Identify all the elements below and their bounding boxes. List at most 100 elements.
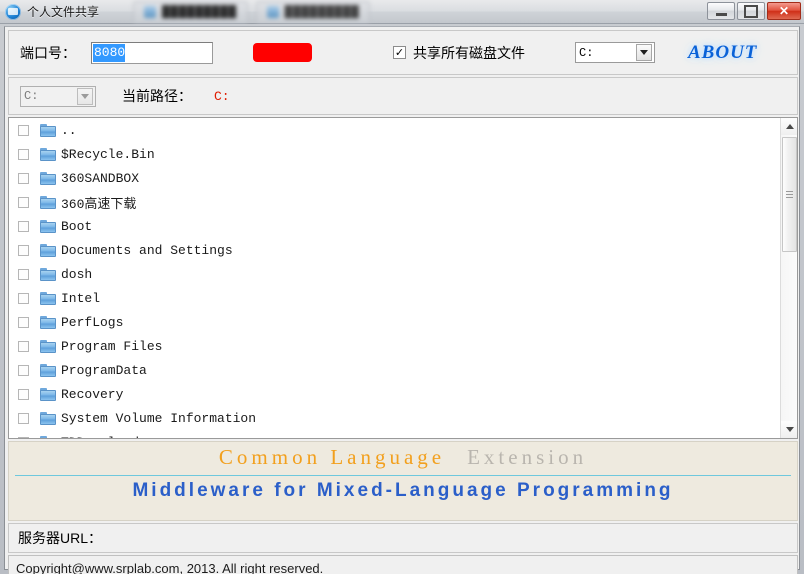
file-item-name: Documents and Settings — [61, 242, 233, 258]
path-row: C: 当前路径： C: — [8, 77, 798, 115]
scroll-down-button[interactable] — [781, 421, 797, 438]
file-item-name: TDDownload — [61, 435, 139, 439]
path-drive-select-value: C: — [24, 89, 39, 103]
file-item-checkbox[interactable] — [18, 244, 29, 256]
file-item-checkbox[interactable] — [18, 388, 29, 400]
scrollbar-thumb[interactable] — [782, 137, 797, 252]
port-input[interactable]: 8080 — [91, 41, 213, 64]
server-url-row: 服务器URL： — [8, 523, 798, 553]
file-item-checkbox[interactable] — [18, 196, 29, 208]
banner-primary-text: Common Language — [218, 445, 446, 469]
chevron-down-icon[interactable] — [77, 87, 93, 105]
port-input-value: 8080 — [93, 43, 126, 62]
status-bar: Copyright@www.srplab.com, 2013. All righ… — [8, 555, 798, 574]
drive-select[interactable]: C: — [575, 42, 655, 63]
file-list-item[interactable]: Boot — [9, 214, 780, 238]
file-list-item[interactable]: $Recycle.Bin — [9, 142, 780, 166]
folder-icon — [40, 291, 56, 305]
current-path-value: C: — [214, 88, 230, 104]
folder-icon — [40, 123, 56, 137]
folder-icon — [40, 411, 56, 425]
copyright-text: Copyright@www.srplab.com, 2013. All righ… — [16, 560, 324, 574]
file-list-item[interactable]: Documents and Settings — [9, 238, 780, 262]
file-list-item[interactable]: ProgramData — [9, 358, 780, 382]
background-tab-2[interactable]: █████████ — [255, 1, 371, 22]
close-icon: ✕ — [778, 4, 790, 18]
file-item-name: 360高速下载 — [61, 196, 137, 212]
drive-select-value: C: — [579, 45, 594, 60]
file-list-item[interactable]: System Volume Information — [9, 406, 780, 430]
port-label: 端口号： — [20, 44, 76, 61]
file-item-name: $Recycle.Bin — [61, 146, 155, 162]
folder-icon — [40, 195, 56, 209]
file-list-item[interactable]: Intel — [9, 286, 780, 310]
folder-icon — [40, 387, 56, 401]
folder-icon — [40, 267, 56, 281]
window-controls: ✕ — [705, 2, 801, 20]
file-item-name: dosh — [61, 266, 93, 282]
share-all-checkbox[interactable]: ✓ — [393, 46, 406, 59]
background-tab-1[interactable]: █████████ — [133, 1, 248, 22]
file-list-item[interactable]: Program Files — [9, 334, 780, 358]
file-list-item[interactable]: TDDownload — [9, 430, 780, 438]
file-list-item[interactable]: 360SANDBOX — [9, 166, 780, 190]
server-url-label: 服务器URL： — [18, 530, 103, 546]
file-item-checkbox[interactable] — [18, 172, 29, 184]
toolbar-row: 端口号： 8080 ✓ 共享所有磁盘文件 C: ABOUT — [8, 30, 798, 75]
product-banner: Common Language Extension Middleware for … — [8, 441, 798, 521]
maximize-icon — [744, 4, 758, 18]
redacted-action-button[interactable] — [253, 43, 312, 62]
file-item-checkbox[interactable] — [18, 412, 29, 424]
background-tab-2-label: █████████ — [284, 6, 360, 18]
folder-icon — [40, 315, 56, 329]
close-button[interactable]: ✕ — [767, 2, 801, 20]
tab-icon — [266, 6, 279, 18]
folder-icon — [40, 339, 56, 353]
folder-icon — [40, 243, 56, 257]
checkmark-icon: ✓ — [394, 46, 405, 59]
folder-icon — [40, 147, 56, 161]
share-all-label: 共享所有磁盘文件 — [413, 44, 525, 61]
path-drive-select[interactable]: C: — [20, 85, 96, 107]
file-list-item[interactable]: PerfLogs — [9, 310, 780, 334]
file-item-checkbox[interactable] — [18, 148, 29, 160]
file-item-name: PerfLogs — [61, 314, 124, 330]
ghost-tab-strip: █████████ █████████ — [133, 0, 804, 24]
file-item-name: Program Files — [61, 338, 163, 354]
file-list-scrollbar[interactable] — [780, 118, 797, 438]
scroll-up-button[interactable] — [781, 118, 797, 135]
file-item-name: 360SANDBOX — [61, 170, 140, 186]
file-item-name: Intel — [61, 290, 101, 306]
banner-line-1: Common Language Extension — [9, 445, 797, 470]
file-item-checkbox[interactable] — [18, 124, 29, 136]
file-item-checkbox[interactable] — [18, 364, 29, 376]
triangle-down-icon — [785, 427, 794, 432]
file-item-checkbox[interactable] — [18, 316, 29, 328]
title-bar: 个人文件共享 █████████ █████████ ✕ — [0, 0, 804, 24]
file-item-checkbox[interactable] — [18, 268, 29, 280]
file-item-checkbox[interactable] — [18, 292, 29, 304]
file-item-name: Boot — [61, 218, 93, 234]
file-item-checkbox[interactable] — [18, 220, 29, 232]
file-item-checkbox[interactable] — [18, 436, 29, 438]
banner-line-2: Middleware for Mixed-Language Programmin… — [132, 480, 674, 501]
background-tab-1-label: █████████ — [162, 6, 237, 18]
file-list-rows: .. $Recycle.Bin 360SANDBOX 360高速下载 Boot Docum… — [9, 118, 780, 438]
file-list-item[interactable]: dosh — [9, 262, 780, 286]
file-item-name: ProgramData — [61, 362, 147, 378]
chevron-down-icon[interactable] — [636, 44, 652, 61]
share-all-checkbox-group[interactable]: ✓ 共享所有磁盘文件 — [393, 43, 525, 63]
file-list-item[interactable]: Recovery — [9, 382, 780, 406]
file-list-item[interactable]: 360高速下载 — [9, 190, 780, 214]
file-item-name: System Volume Information — [61, 410, 257, 426]
maximize-button[interactable] — [737, 2, 765, 20]
minimize-button[interactable] — [707, 2, 735, 20]
app-globe-icon — [5, 3, 21, 20]
banner-divider — [15, 475, 791, 476]
folder-icon — [40, 219, 56, 233]
minimize-icon — [715, 12, 727, 16]
file-list-item[interactable]: .. — [9, 118, 780, 142]
about-logo[interactable]: ABOUT — [688, 42, 757, 64]
file-item-checkbox[interactable] — [18, 340, 29, 352]
file-list[interactable]: .. $Recycle.Bin 360SANDBOX 360高速下载 Boot Docum… — [8, 117, 798, 439]
